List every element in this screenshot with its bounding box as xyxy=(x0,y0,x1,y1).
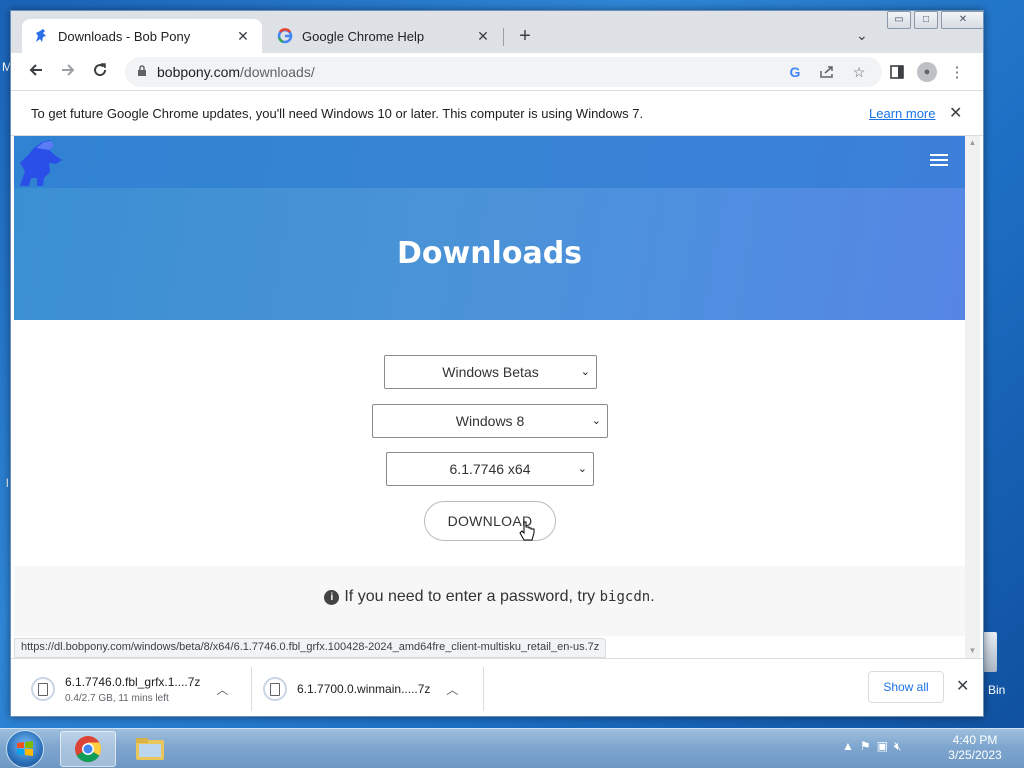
password-note: i If you need to enter a password, try bi… xyxy=(14,588,965,606)
scroll-down-icon[interactable]: ▼ xyxy=(965,644,980,658)
clock-date: 3/25/2023 xyxy=(948,748,1002,762)
forward-arrow-icon[interactable] xyxy=(55,59,81,85)
download-progress-text: 0.4/2.7 GB, 11 mins left xyxy=(65,692,169,704)
action-center-flag-icon[interactable]: ⚑ xyxy=(860,739,871,754)
chevron-down-icon: ⌄ xyxy=(577,463,587,475)
scroll-up-icon[interactable]: ▲ xyxy=(965,136,980,150)
file-icon xyxy=(31,677,55,701)
new-tab-button[interactable]: + xyxy=(513,25,537,49)
recycle-bin-icon[interactable] xyxy=(983,632,997,672)
page-title: Downloads xyxy=(396,236,583,271)
learn-more-link[interactable]: Learn more xyxy=(869,106,935,121)
desktop-icon-label-fragment-2: l xyxy=(6,476,9,490)
tab-downloads-bob-pony[interactable]: Downloads - Bob Pony ✕ xyxy=(22,19,262,53)
explorer-taskbar-button[interactable] xyxy=(122,731,178,767)
bookmark-star-icon[interactable]: ☆ xyxy=(848,61,870,83)
os-select[interactable]: Windows 8 ⌄ xyxy=(372,404,608,438)
tab-close-icon[interactable]: ✕ xyxy=(474,28,492,45)
close-window-button[interactable]: ✕ xyxy=(941,11,983,29)
back-arrow-icon[interactable] xyxy=(23,59,49,85)
download-filename: 6.1.7700.0.winmain.....7z xyxy=(297,682,431,696)
shelf-divider xyxy=(483,667,484,711)
volume-muted-icon[interactable]: 🔇︎ xyxy=(894,739,902,754)
google-lens-icon[interactable]: G xyxy=(784,61,806,83)
site-navbar xyxy=(14,136,965,188)
chevron-down-icon: ⌄ xyxy=(580,366,590,378)
infobar-message: To get future Google Chrome updates, you… xyxy=(31,106,644,121)
channel-select[interactable]: Windows Betas ⌄ xyxy=(384,355,597,389)
tab-google-chrome-help[interactable]: Google Chrome Help ✕ xyxy=(266,19,502,53)
start-button[interactable] xyxy=(6,730,44,768)
tab-search-chevron-icon[interactable]: ⌄ xyxy=(856,27,868,44)
more-menu-icon[interactable]: ⋮ xyxy=(945,59,969,85)
profile-avatar-icon[interactable]: ● xyxy=(917,62,937,82)
hero-banner: Downloads xyxy=(14,136,965,320)
infobar-close-icon[interactable]: ✕ xyxy=(949,103,962,123)
chevron-up-icon[interactable]: ︿ xyxy=(216,681,228,698)
file-icon xyxy=(263,677,287,701)
reload-icon[interactable] xyxy=(87,59,113,85)
download-item[interactable]: 6.1.7700.0.winmain.....7z ︿ xyxy=(263,659,458,716)
share-icon[interactable] xyxy=(816,61,838,83)
url-text: bobpony.com/downloads/ xyxy=(157,64,315,80)
download-button[interactable]: DOWNLOAD xyxy=(424,501,556,541)
shelf-divider xyxy=(251,667,252,711)
downloads-shelf: 6.1.7746.0.fbl_grfx.1....7z 0.4/2.7 GB, … xyxy=(11,658,983,716)
hand-cursor-icon xyxy=(519,521,535,548)
tab-title: Google Chrome Help xyxy=(302,28,425,44)
system-tray: ▲ ⚑ ▣ 🔇︎ xyxy=(842,739,902,754)
page-scrollbar[interactable]: ▲ ▼ xyxy=(965,136,980,658)
chrome-taskbar-button[interactable] xyxy=(60,731,116,767)
network-icon[interactable]: ▣ xyxy=(877,739,888,754)
browser-toolbar: bobpony.com/downloads/ G ☆ ● ⋮ xyxy=(11,53,983,91)
recycle-bin-label: Bin xyxy=(988,683,1006,697)
maximize-button[interactable]: □ xyxy=(914,11,938,29)
tab-strip: Downloads - Bob Pony ✕ Google Chrome Hel… xyxy=(11,11,983,53)
address-bar[interactable]: bobpony.com/downloads/ G ☆ xyxy=(125,57,882,87)
hamburger-menu-icon[interactable] xyxy=(930,154,948,169)
chevron-down-icon: ⌄ xyxy=(591,415,601,427)
page-viewport: Downloads Windows Betas ⌄ Windows 8 ⌄ 6.1.… xyxy=(14,136,965,658)
update-infobar: To get future Google Chrome updates, you… xyxy=(11,92,983,136)
minimize-button[interactable]: ▭ xyxy=(887,11,911,29)
show-all-downloads-button[interactable]: Show all xyxy=(868,671,944,703)
download-item[interactable]: 6.1.7746.0.fbl_grfx.1....7z 0.4/2.7 GB, … xyxy=(31,659,228,716)
download-filename: 6.1.7746.0.fbl_grfx.1....7z xyxy=(65,674,201,689)
tab-close-icon[interactable]: ✕ xyxy=(234,28,252,45)
build-select[interactable]: 6.1.7746 x64 ⌄ xyxy=(386,452,594,486)
close-shelf-icon[interactable]: ✕ xyxy=(956,676,969,696)
window-controls: ▭ □ ✕ xyxy=(887,11,983,29)
link-status-bubble: https://dl.bobpony.com/windows/beta/8/x6… xyxy=(14,638,607,658)
chevron-up-icon[interactable]: ︿ xyxy=(446,681,458,698)
chrome-window: Downloads - Bob Pony ✕ Google Chrome Hel… xyxy=(10,10,984,717)
taskbar: ▲ ⚑ ▣ 🔇︎ 4:40 PM 3/25/2023 xyxy=(0,728,1024,768)
show-hidden-icons-icon[interactable]: ▲ xyxy=(842,739,854,754)
side-panel-icon[interactable] xyxy=(885,59,909,85)
chrome-icon xyxy=(75,736,102,763)
lock-icon[interactable] xyxy=(137,64,147,80)
bob-pony-logo-icon[interactable] xyxy=(16,138,64,188)
tab-separator xyxy=(503,28,504,46)
system-clock[interactable]: 4:40 PM 3/25/2023 xyxy=(940,733,1010,763)
bob-pony-favicon-icon xyxy=(32,27,50,45)
tab-title: Downloads - Bob Pony xyxy=(58,28,191,44)
clock-time: 4:40 PM xyxy=(952,733,998,747)
google-favicon-icon xyxy=(276,27,294,45)
folder-icon xyxy=(136,738,164,760)
info-icon: i xyxy=(324,590,340,605)
